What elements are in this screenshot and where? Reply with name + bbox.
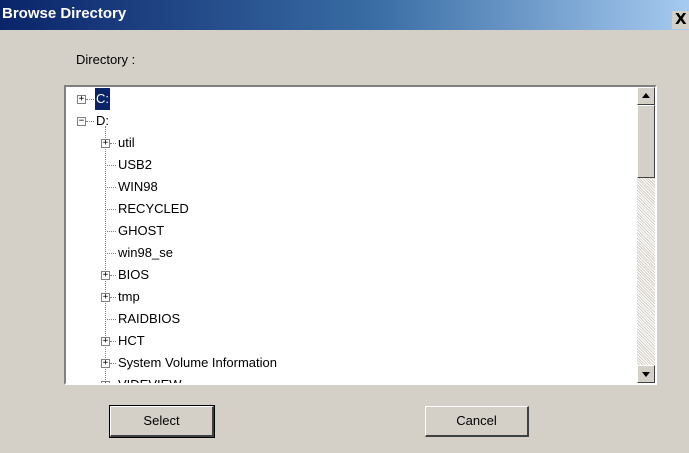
vertical-scrollbar[interactable] bbox=[637, 87, 655, 383]
tree-item[interactable]: + tmp bbox=[66, 286, 637, 308]
plus-box-icon[interactable]: + bbox=[101, 293, 110, 302]
tree-item-label: VIDEVIEW bbox=[117, 374, 183, 383]
arrow-up-icon bbox=[642, 93, 650, 98]
tree-item-label: util bbox=[118, 135, 135, 150]
tree-connector bbox=[105, 231, 116, 233]
tree-connector bbox=[105, 165, 116, 167]
tree-item-label: WIN98 bbox=[118, 179, 158, 194]
plus-box-icon[interactable]: + bbox=[101, 139, 110, 148]
window-title: Browse Directory bbox=[2, 5, 127, 22]
tree-connector bbox=[105, 253, 116, 255]
plus-box-icon[interactable]: + bbox=[101, 359, 110, 368]
tree-item[interactable]: WIN98 bbox=[66, 176, 637, 198]
tree-item-label: HCT bbox=[118, 333, 145, 348]
directory-label: Directory : bbox=[76, 52, 136, 67]
tree-item-label: RECYCLED bbox=[118, 201, 189, 216]
tree-item[interactable]: − D: bbox=[66, 110, 637, 132]
tree-connector bbox=[86, 99, 94, 101]
tree-item-label: tmp bbox=[118, 289, 140, 304]
tree-item[interactable]: + System Volume Information bbox=[66, 352, 637, 374]
directory-tree[interactable]: + C: − D: + util USB2 WIN98 RECYCLED GHOST win98_s… bbox=[64, 85, 657, 385]
tree-item-label: D: bbox=[96, 113, 109, 128]
tree-connector bbox=[110, 275, 116, 277]
tree-connector bbox=[110, 363, 116, 365]
plus-box-icon[interactable]: + bbox=[101, 271, 110, 280]
tree-item-label: GHOST bbox=[118, 223, 165, 238]
tree-item-label: RAIDBIOS bbox=[118, 311, 181, 326]
plus-box-icon[interactable]: + bbox=[101, 337, 110, 346]
tree-item[interactable]: + VIDEVIEW bbox=[66, 374, 637, 383]
tree-connector bbox=[110, 297, 116, 299]
tree-connector bbox=[86, 121, 94, 123]
tree-item[interactable]: + util bbox=[66, 132, 637, 154]
plus-box-icon[interactable]: + bbox=[101, 381, 110, 383]
tree-connector bbox=[110, 341, 116, 343]
scroll-up-button[interactable] bbox=[637, 87, 655, 105]
tree-item[interactable]: GHOST bbox=[66, 220, 637, 242]
title-bar[interactable]: Browse Directory bbox=[0, 0, 689, 30]
scrollbar-thumb[interactable] bbox=[637, 105, 655, 178]
close-icon: X bbox=[675, 10, 687, 28]
tree-item-label: USB2 bbox=[118, 157, 152, 172]
tree-connector bbox=[105, 209, 116, 211]
tree-item[interactable]: win98_se bbox=[66, 242, 637, 264]
tree-item-label: System Volume Information bbox=[118, 355, 277, 370]
tree-item[interactable]: + HCT bbox=[66, 330, 637, 352]
scroll-down-button[interactable] bbox=[637, 365, 655, 383]
close-button[interactable]: X bbox=[672, 11, 689, 29]
cancel-button[interactable]: Cancel bbox=[425, 406, 529, 437]
tree-connector bbox=[105, 319, 116, 321]
tree-item[interactable]: USB2 bbox=[66, 154, 637, 176]
tree-item[interactable]: RECYCLED bbox=[66, 198, 637, 220]
tree-connector bbox=[110, 143, 116, 145]
tree-item-label: BIOS bbox=[118, 267, 150, 282]
select-button[interactable]: Select bbox=[109, 405, 215, 438]
tree-item-label: C: bbox=[95, 88, 110, 110]
arrow-down-icon bbox=[642, 372, 650, 377]
tree-item[interactable]: + C: bbox=[66, 88, 637, 110]
tree-viewport: + C: − D: + util USB2 WIN98 RECYCLED GHOST win98_s… bbox=[66, 87, 637, 383]
tree-connector bbox=[105, 187, 116, 189]
minus-box-icon[interactable]: − bbox=[77, 117, 86, 126]
tree-item-label: win98_se bbox=[118, 245, 173, 260]
plus-box-icon[interactable]: + bbox=[77, 95, 86, 104]
tree-item[interactable]: + BIOS bbox=[66, 264, 637, 286]
tree-item[interactable]: RAIDBIOS bbox=[66, 308, 637, 330]
